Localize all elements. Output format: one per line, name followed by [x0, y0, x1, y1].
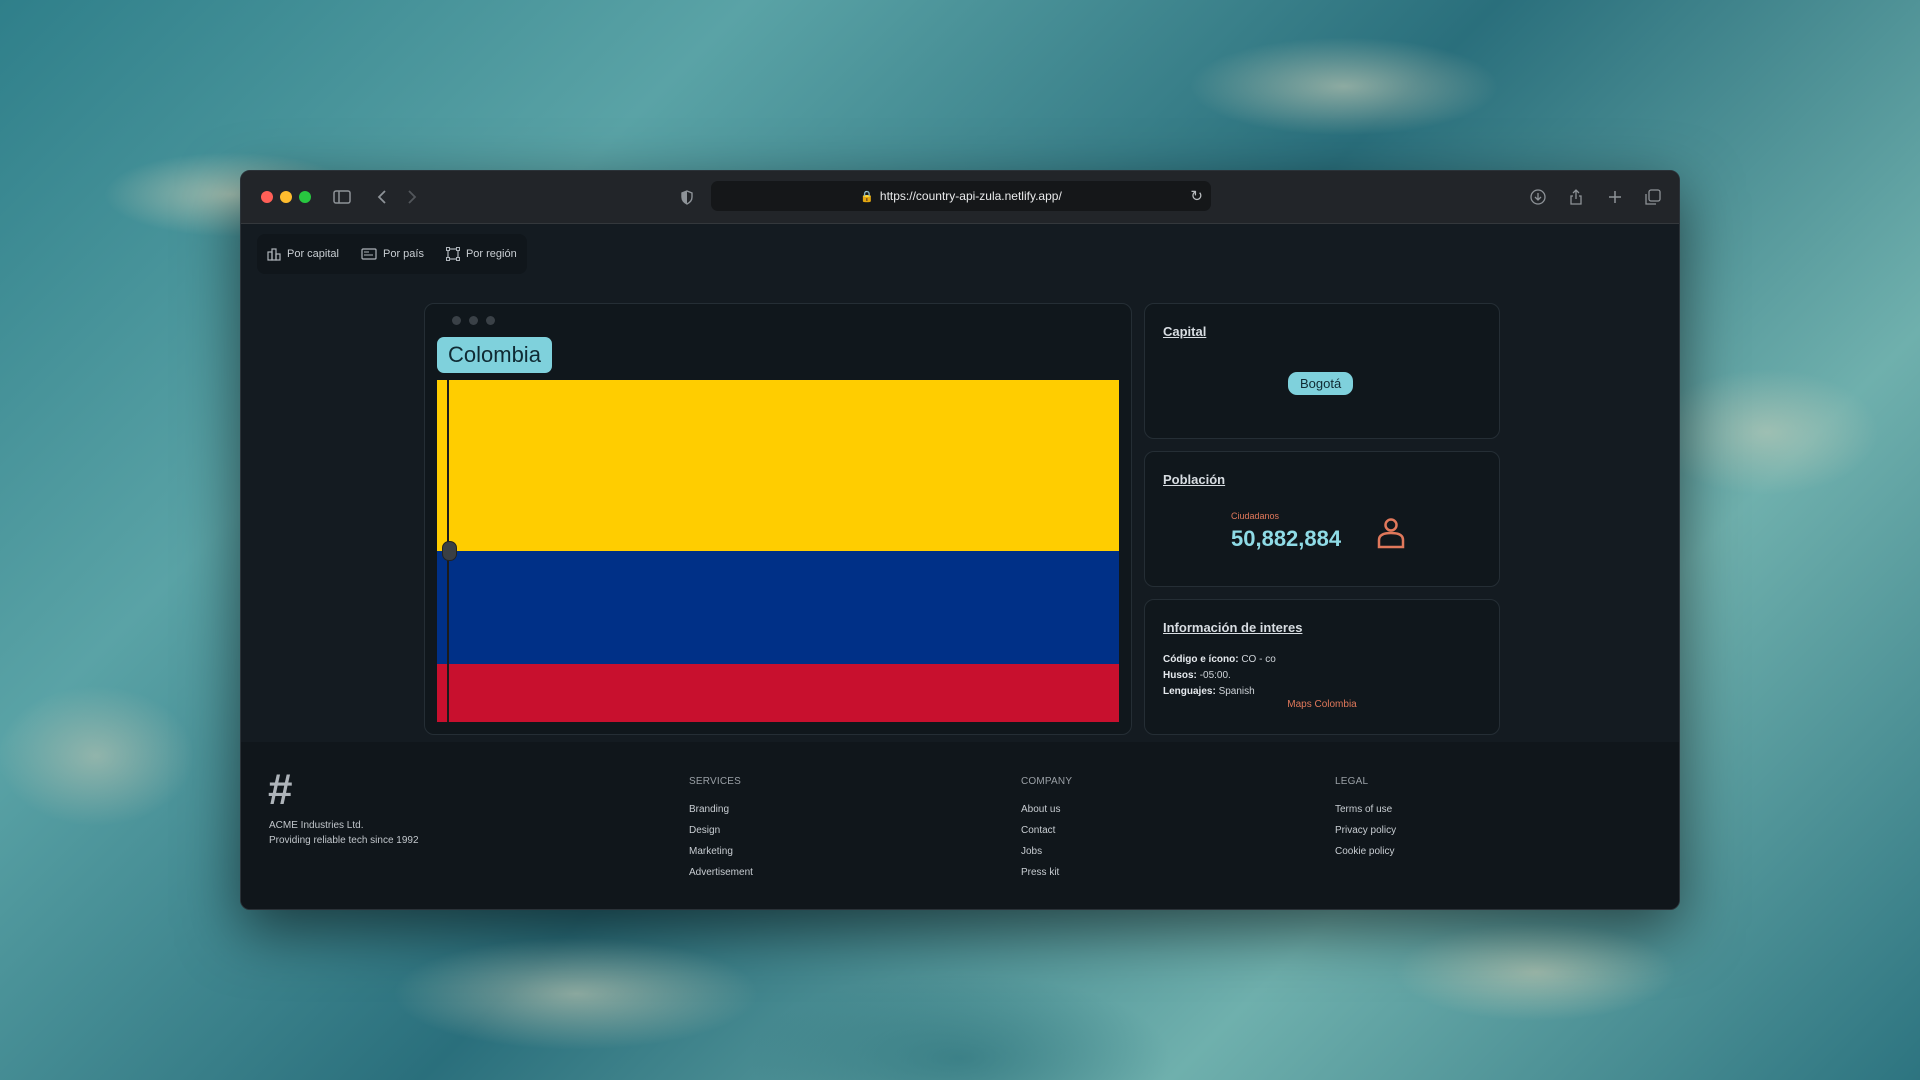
- timezone-value: -05:00.: [1199, 670, 1231, 681]
- browser-toolbar: 🔒 https://country-api-zula.netlify.app/ …: [241, 171, 1679, 224]
- info-code-row: Código e ícono: CO - co: [1163, 652, 1276, 668]
- page-content: Por capital Por país Por región Colombia: [241, 224, 1679, 909]
- flag-stripe-blue: [437, 551, 1119, 664]
- info-card: Información de interes Código e ícono: C…: [1144, 599, 1500, 735]
- tab-overview-icon[interactable]: [1640, 185, 1666, 209]
- country-name-badge: Colombia: [437, 337, 552, 373]
- download-icon[interactable]: [1525, 185, 1551, 209]
- tab-label: Por capital: [287, 248, 339, 260]
- company-logo-icon: #: [268, 765, 293, 814]
- minimize-window-button[interactable]: [280, 191, 292, 203]
- window-dots: [452, 316, 495, 325]
- footer-heading: SERVICES: [689, 776, 741, 787]
- languages-value: Spanish: [1218, 686, 1255, 697]
- company-name: ACME Industries Ltd.: [269, 820, 364, 831]
- footer-heading: LEGAL: [1335, 776, 1369, 787]
- info-list: Código e ícono: CO - co Husos: -05:00. L…: [1163, 652, 1276, 700]
- footer-link-terms[interactable]: Terms of use: [1335, 799, 1396, 820]
- city-icon: [267, 247, 281, 261]
- tab-por-region[interactable]: Por región: [445, 247, 517, 261]
- code-value: CO - co: [1241, 654, 1276, 665]
- footer-link-marketing[interactable]: Marketing: [689, 841, 753, 862]
- info-timezone-row: Husos: -05:00.: [1163, 668, 1276, 684]
- tab-por-capital[interactable]: Por capital: [267, 247, 339, 261]
- slider-handle[interactable]: [442, 541, 457, 561]
- population-value: 50,882,884: [1231, 526, 1342, 551]
- country-flag-image: [437, 380, 1119, 722]
- capital-badge: Bogotá: [1288, 372, 1354, 395]
- forward-icon[interactable]: [399, 185, 425, 209]
- url-text: https://country-api-zula.netlify.app/: [879, 189, 1062, 203]
- region-icon: [445, 247, 460, 261]
- company-tagline: Providing reliable tech since 1992: [269, 835, 419, 846]
- tab-por-pais[interactable]: Por país: [361, 248, 424, 260]
- footer-heading: COMPANY: [1021, 776, 1073, 787]
- reload-icon[interactable]: ↻: [1190, 187, 1203, 205]
- user-icon: [1377, 518, 1405, 549]
- footer-link-jobs[interactable]: Jobs: [1021, 841, 1072, 862]
- footer-link-design[interactable]: Design: [689, 820, 753, 841]
- site-footer: # ACME Industries Ltd. Providing reliabl…: [241, 742, 1679, 909]
- company-info: ACME Industries Ltd. Providing reliable …: [269, 818, 419, 848]
- info-languages-row: Lenguajes: Spanish: [1163, 684, 1276, 700]
- footer-link-press[interactable]: Press kit: [1021, 862, 1072, 883]
- citizens-label: Ciudadanos: [1231, 511, 1280, 521]
- footer-services: SERVICES Branding Design Marketing Adver…: [689, 776, 753, 883]
- tab-label: Por región: [465, 248, 517, 260]
- maps-link[interactable]: Maps Colombia: [1145, 699, 1499, 710]
- flag-stripe-red: [437, 663, 1119, 722]
- new-tab-icon[interactable]: [1602, 185, 1628, 209]
- privacy-shield-icon[interactable]: [674, 185, 700, 209]
- address-bar[interactable]: 🔒 https://country-api-zula.netlify.app/ …: [711, 181, 1211, 211]
- browser-window: 🔒 https://country-api-zula.netlify.app/ …: [240, 170, 1680, 910]
- flag-icon: [361, 248, 377, 260]
- footer-link-cookie[interactable]: Cookie policy: [1335, 841, 1396, 862]
- country-flag-card: Colombia: [424, 303, 1132, 735]
- population-card: Población Ciudadanos 50,882,884: [1144, 451, 1500, 587]
- population-title[interactable]: Población: [1163, 472, 1225, 487]
- tab-label: Por país: [382, 248, 424, 260]
- footer-link-about[interactable]: About us: [1021, 799, 1072, 820]
- timezone-label: Husos:: [1163, 670, 1197, 681]
- sidebar-toggle-icon[interactable]: [329, 185, 355, 209]
- search-mode-tabs: Por capital Por país Por región: [257, 234, 527, 274]
- lock-icon: 🔒: [860, 190, 874, 203]
- info-title[interactable]: Información de interes: [1163, 620, 1302, 635]
- maximize-window-button[interactable]: [299, 191, 311, 203]
- footer-link-advertisement[interactable]: Advertisement: [689, 862, 753, 883]
- footer-link-privacy[interactable]: Privacy policy: [1335, 820, 1396, 841]
- capital-card: Capital Bogotá: [1144, 303, 1500, 439]
- languages-label: Lenguajes:: [1163, 686, 1216, 697]
- flag-stripe-yellow: [437, 380, 1119, 551]
- share-icon[interactable]: [1563, 185, 1589, 209]
- close-window-button[interactable]: [261, 191, 273, 203]
- footer-legal: LEGAL Terms of use Privacy policy Cookie…: [1335, 776, 1396, 862]
- back-icon[interactable]: [369, 185, 395, 209]
- footer-company: COMPANY About us Contact Jobs Press kit: [1021, 776, 1072, 883]
- capital-title[interactable]: Capital: [1163, 324, 1206, 339]
- footer-link-branding[interactable]: Branding: [689, 799, 753, 820]
- footer-link-contact[interactable]: Contact: [1021, 820, 1072, 841]
- code-label: Código e ícono:: [1163, 654, 1239, 665]
